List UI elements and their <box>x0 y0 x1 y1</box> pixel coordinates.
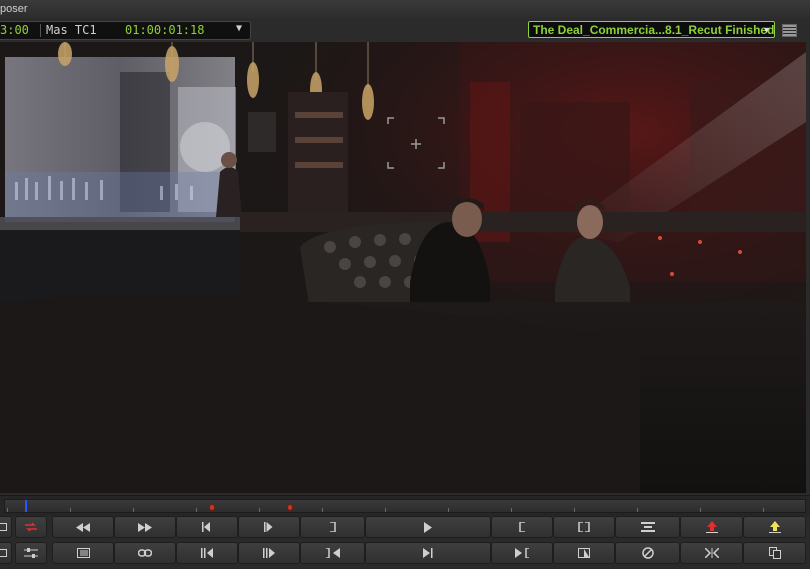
track-label: Mas TC1 <box>46 23 97 37</box>
toggle-source-icon[interactable] <box>0 516 12 538</box>
hamburger-menu-icon[interactable] <box>782 24 797 37</box>
step-forward-frames-icon[interactable] <box>238 542 300 564</box>
timecode-value: 01:00:01:18 <box>125 23 205 37</box>
trim-icon[interactable] <box>615 516 680 538</box>
clip-name-menu[interactable]: The Deal_Commercia...8.1_Recut Finished … <box>528 21 775 38</box>
link-icon[interactable] <box>114 542 176 564</box>
window-title: poser <box>0 3 28 15</box>
transport-row-2 <box>0 542 810 565</box>
list-icon[interactable] <box>52 542 114 564</box>
go-to-in-icon[interactable] <box>491 542 553 564</box>
timecode-info-bar: 3:00 Mas TC1 01:00:01:18 ▼ The Deal_Comm… <box>0 19 810 42</box>
clip-name: The Deal_Commercia...8.1_Recut Finished <box>533 23 775 37</box>
transport-row-1 <box>0 516 810 539</box>
timecode-display[interactable]: 3:00 Mas TC1 01:00:01:18 ▼ <box>0 21 251 40</box>
chevron-down-icon[interactable]: ▼ <box>236 23 242 34</box>
mark-clip-icon[interactable] <box>553 516 615 538</box>
mark-in-icon[interactable] <box>491 516 553 538</box>
extract-icon[interactable] <box>743 516 806 538</box>
settings-sliders-icon[interactable] <box>15 542 47 564</box>
video-frame <box>0 42 806 493</box>
separator <box>40 24 41 37</box>
marker-2[interactable] <box>287 504 293 511</box>
step-forward-icon[interactable] <box>238 516 300 538</box>
go-to-end-icon[interactable] <box>365 542 491 564</box>
copy-icon[interactable] <box>743 542 806 564</box>
scrub-track[interactable] <box>4 499 806 513</box>
step-back-frames-icon[interactable] <box>176 542 238 564</box>
split-icon[interactable] <box>680 542 743 564</box>
video-viewer[interactable] <box>0 42 810 493</box>
step-back-icon[interactable] <box>176 516 238 538</box>
title-bar: poser <box>0 0 810 20</box>
position-bar[interactable] <box>0 495 810 516</box>
clear-icon[interactable] <box>615 542 680 564</box>
mark-out-icon[interactable] <box>300 516 365 538</box>
go-to-out-icon[interactable] <box>300 542 365 564</box>
lift-icon[interactable] <box>680 516 743 538</box>
play-icon[interactable] <box>365 516 491 538</box>
rewind-icon[interactable] <box>52 516 114 538</box>
marker-1[interactable] <box>209 504 215 511</box>
switch-monitor-button[interactable] <box>15 516 47 538</box>
playhead[interactable] <box>25 500 27 512</box>
sync-icon[interactable] <box>553 542 615 564</box>
chevron-down-icon[interactable]: ▼ <box>762 22 771 37</box>
fast-forward-icon[interactable] <box>114 516 176 538</box>
left-timecode: 3:00 <box>0 23 29 37</box>
toggle-view-icon[interactable] <box>0 542 12 564</box>
